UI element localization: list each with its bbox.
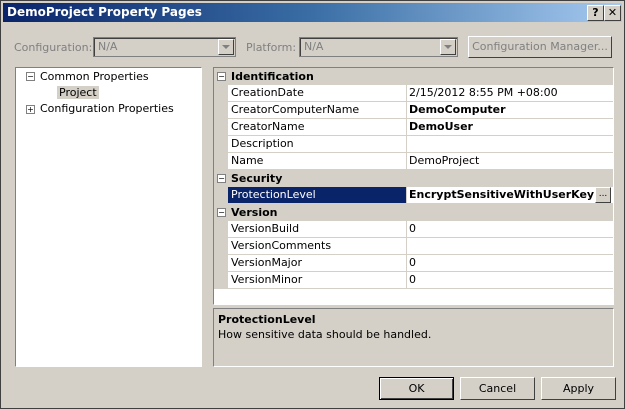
property-row-selected[interactable]: ProtectionLevel EncryptSensitiveWithUser… (214, 187, 613, 204)
property-grid: − Identification CreationDate 2/15/2012 … (213, 67, 614, 305)
category-tree: − Common Properties Project + Configurat… (15, 67, 202, 367)
ellipsis-button[interactable]: ... (595, 187, 611, 203)
row-gutter (214, 85, 228, 102)
row-gutter (214, 136, 228, 153)
property-name: Description (228, 136, 407, 153)
property-name: VersionMajor (228, 255, 407, 272)
tree-item-common-properties[interactable]: Common Properties (40, 70, 149, 83)
category-version[interactable]: − Version (214, 204, 613, 221)
configuration-select[interactable]: N/A (93, 37, 236, 57)
description-title: ProtectionLevel (218, 313, 316, 326)
row-gutter (214, 119, 228, 136)
category-label: Version (231, 206, 278, 219)
property-row[interactable]: VersionBuild 0 (214, 221, 613, 238)
property-value[interactable]: DemoUser (406, 119, 613, 136)
collapse-icon[interactable]: − (26, 72, 35, 81)
category-security[interactable]: − Security (214, 170, 613, 187)
platform-label: Platform: (246, 41, 297, 54)
property-value[interactable] (406, 238, 613, 255)
property-value[interactable]: DemoProject (406, 153, 613, 170)
configuration-value: N/A (98, 40, 118, 53)
window-title: DemoProject Property Pages (7, 5, 202, 19)
property-name: VersionMinor (228, 272, 407, 289)
configuration-label: Configuration: (14, 41, 93, 54)
property-row[interactable]: VersionMinor 0 (214, 272, 613, 289)
collapse-icon[interactable]: − (217, 208, 226, 217)
collapse-icon[interactable]: − (217, 72, 226, 81)
property-value[interactable] (406, 136, 613, 153)
property-name: Name (228, 153, 407, 170)
chevron-down-icon[interactable] (218, 39, 234, 55)
category-label: Identification (231, 70, 314, 83)
title-bar[interactable]: DemoProject Property Pages ? ✕ (3, 3, 622, 22)
cancel-button[interactable]: Cancel (460, 377, 535, 400)
property-name: CreationDate (228, 85, 407, 102)
property-value[interactable]: 0 (406, 272, 613, 289)
property-value-editor[interactable]: EncryptSensitiveWithUserKey (406, 187, 613, 204)
category-identification[interactable]: − Identification (214, 68, 613, 85)
row-gutter (214, 102, 228, 119)
property-row[interactable]: CreatorComputerName DemoComputer (214, 102, 613, 119)
property-row[interactable]: Description (214, 136, 613, 153)
tree-item-project[interactable]: Project (57, 86, 99, 99)
tree-item-configuration-properties[interactable]: Configuration Properties (40, 102, 174, 115)
row-gutter (214, 187, 228, 204)
apply-button[interactable]: Apply (541, 377, 616, 400)
platform-value: N/A (304, 40, 324, 53)
property-row[interactable]: CreationDate 2/15/2012 8:55 PM +08:00 (214, 85, 613, 102)
property-value[interactable]: 0 (406, 255, 613, 272)
help-button[interactable]: ? (587, 5, 604, 21)
category-label: Security (231, 172, 283, 185)
close-button[interactable]: ✕ (604, 5, 621, 21)
configuration-manager-button[interactable]: Configuration Manager... (468, 36, 612, 58)
collapse-icon[interactable]: − (217, 174, 226, 183)
chevron-down-icon[interactable] (440, 39, 456, 55)
property-name: VersionBuild (228, 221, 407, 238)
ok-button[interactable]: OK (379, 377, 454, 400)
property-pages-dialog: DemoProject Property Pages ? ✕ Configura… (0, 0, 625, 409)
property-name: ProtectionLevel (228, 187, 407, 204)
description-text: How sensitive data should be handled. (218, 328, 432, 341)
platform-select[interactable]: N/A (299, 37, 458, 57)
property-value[interactable]: 2/15/2012 8:55 PM +08:00 (406, 85, 613, 102)
property-row[interactable]: VersionComments (214, 238, 613, 255)
property-name: CreatorComputerName (228, 102, 407, 119)
row-gutter (214, 238, 228, 255)
description-pane: ProtectionLevel How sensitive data shoul… (213, 308, 614, 367)
row-gutter (214, 272, 228, 289)
property-row[interactable]: Name DemoProject (214, 153, 613, 170)
property-name: VersionComments (228, 238, 407, 255)
property-row[interactable]: CreatorName DemoUser (214, 119, 613, 136)
property-name: CreatorName (228, 119, 407, 136)
row-gutter (214, 221, 228, 238)
row-gutter (214, 153, 228, 170)
row-gutter (214, 255, 228, 272)
property-row[interactable]: VersionMajor 0 (214, 255, 613, 272)
property-value[interactable]: 0 (406, 221, 613, 238)
property-value[interactable]: DemoComputer (406, 102, 613, 119)
expand-icon[interactable]: + (26, 105, 35, 114)
